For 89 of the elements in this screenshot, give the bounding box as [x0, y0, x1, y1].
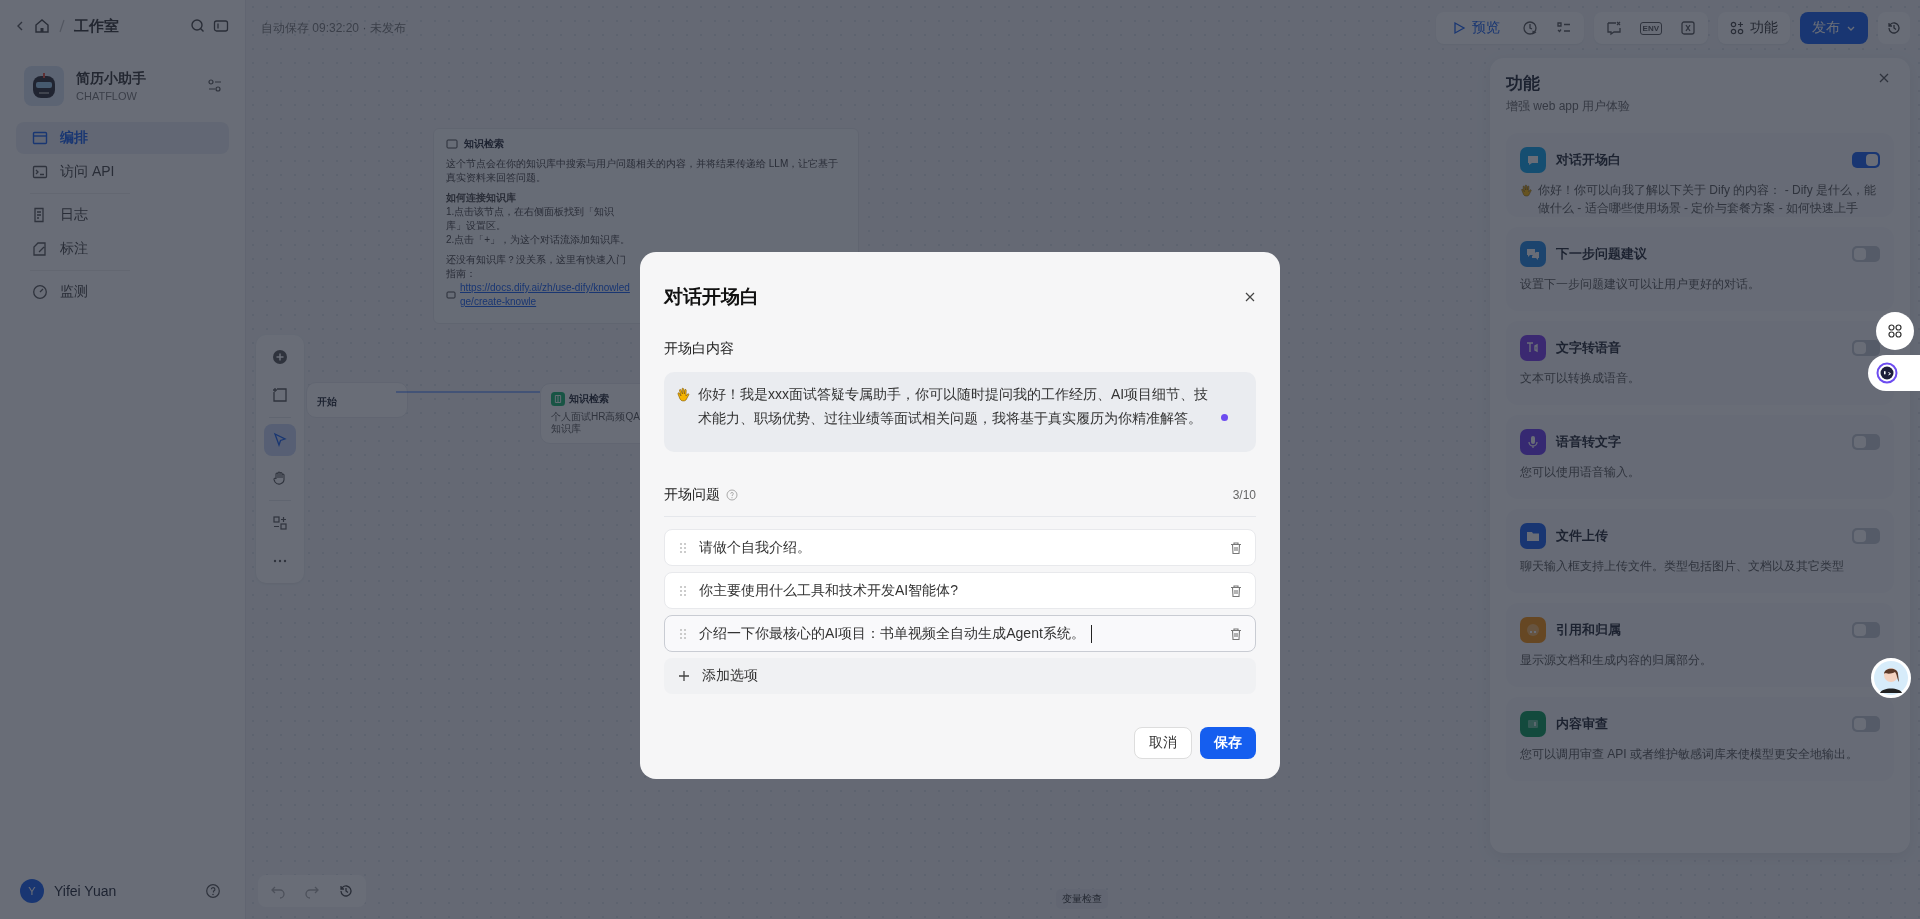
sidebar-toggle-icon[interactable]	[213, 18, 229, 34]
history-icon	[1886, 20, 1902, 36]
feature-icon	[1520, 617, 1546, 643]
feature-title: 引用和归属	[1556, 621, 1622, 639]
add-option-button[interactable]: 添加选项	[664, 658, 1256, 694]
home-icon[interactable]	[34, 18, 50, 34]
features-button[interactable]: 功能	[1718, 12, 1790, 44]
node-title: 开始	[317, 396, 337, 407]
robot-avatar-icon	[24, 66, 64, 106]
terminal-icon	[32, 164, 48, 180]
book-icon	[446, 138, 458, 150]
question-count: 3/10	[1232, 488, 1256, 502]
toggle-switch[interactable]	[1852, 340, 1880, 356]
clock-play-icon[interactable]	[1521, 20, 1538, 36]
user-name: Yifei Yuan	[54, 883, 118, 899]
delete-icon[interactable]	[1229, 583, 1243, 598]
question-field[interactable]: 介绍一下你最核心的AI项目：书单视频全自动生成Agent系统。	[664, 615, 1256, 652]
nav-item[interactable]: 日志	[16, 199, 229, 231]
feature-icon	[1520, 711, 1546, 737]
cursor-dot	[1221, 414, 1228, 421]
user-avatar[interactable]: Y	[20, 879, 44, 903]
feature-icon	[1520, 335, 1546, 361]
feature-title: 语音转文字	[1556, 433, 1622, 451]
panel-title: 功能	[1506, 73, 1541, 95]
feature-title: 文字转语音	[1556, 339, 1622, 357]
drag-handle-icon[interactable]	[679, 541, 687, 554]
opener-text: 你好！我是xxx面试答疑专属助手，你可以随时提问我的工作经历、AI项目细节、技术能力、职场优势、过往业绩等面试相关问题，我将基于真实履历为你精准解答。	[698, 385, 1210, 428]
chat-variable-icon[interactable]	[1605, 20, 1622, 36]
help-icon[interactable]	[205, 883, 221, 899]
waving-hand-icon	[676, 386, 692, 402]
book-icon	[446, 290, 456, 300]
feature-icon	[1520, 523, 1546, 549]
play-icon	[1451, 21, 1466, 35]
add-circle-icon	[272, 349, 288, 365]
feature-title: 文件上传	[1556, 527, 1609, 545]
feature-icon	[1520, 147, 1546, 173]
pointer-icon	[272, 432, 288, 448]
bot-face-icon	[1876, 362, 1898, 384]
feature-icon	[1520, 429, 1546, 455]
opener-textarea[interactable]: 你好！我是xxx面试答疑专属助手，你可以随时提问我的工作经历、AI项目细节、技术能力、职场优势、过往业绩等面试相关问题，我将基于真实履历为你精准解答。	[664, 372, 1256, 452]
apps-icon	[1730, 21, 1744, 35]
section-label: 开场问题	[664, 486, 720, 504]
breadcrumb-title[interactable]: 工作室	[74, 16, 119, 36]
note-add-icon	[272, 387, 288, 403]
note-heading: 如何连接知识库	[446, 191, 517, 205]
drag-handle-icon[interactable]	[679, 584, 687, 597]
person-silhouette-icon	[1874, 661, 1908, 695]
search-icon[interactable]	[189, 18, 205, 34]
book-icon	[551, 392, 565, 406]
plus-icon	[678, 670, 690, 682]
publish-button[interactable]: 发布	[1800, 12, 1868, 44]
variable-icon[interactable]	[1680, 20, 1696, 36]
assistant-float-button[interactable]	[1868, 355, 1920, 391]
note-title: 知识检索	[464, 137, 504, 151]
app-name: 简历小助手	[76, 70, 147, 88]
start-node[interactable]: 开始	[306, 382, 408, 418]
feature-title: 对话开场白	[1556, 151, 1622, 169]
nav-item[interactable]: 编排	[16, 122, 229, 154]
edit-note-icon	[32, 241, 48, 257]
question-field[interactable]: 你主要使用什么工具和技术开发AI智能体?	[664, 572, 1256, 609]
delete-icon[interactable]	[1229, 626, 1243, 641]
feature-icon	[1520, 241, 1546, 267]
hand-icon	[272, 470, 288, 486]
gauge-icon	[32, 284, 48, 300]
toggle-switch[interactable]	[1852, 152, 1880, 168]
nav-item[interactable]: 访问 API	[16, 156, 229, 188]
close-icon[interactable]	[1244, 291, 1256, 303]
save-button[interactable]: 保存	[1200, 727, 1256, 759]
node-title: 知识检索	[569, 392, 609, 406]
question-field[interactable]: 请做个自我介绍。	[664, 529, 1256, 566]
layout-icon	[272, 515, 288, 531]
settings-icon[interactable]	[207, 78, 223, 94]
section-label: 开场白内容	[664, 340, 735, 358]
nav-item[interactable]: 监测	[16, 276, 229, 308]
docs-link[interactable]: https://docs.dify.ai/zh/use-dify/knowledge/create-knowle	[460, 281, 634, 309]
drag-handle-icon[interactable]	[679, 627, 687, 640]
history-icon[interactable]	[338, 883, 354, 899]
history-button[interactable]	[1878, 12, 1910, 44]
feature-title: 内容审查	[1556, 715, 1609, 733]
delete-icon[interactable]	[1229, 540, 1243, 555]
cancel-button[interactable]: 取消	[1134, 727, 1192, 759]
dialog-title: 对话开场白	[664, 285, 759, 309]
pointer-tool[interactable]	[264, 424, 296, 456]
window-icon	[32, 130, 48, 146]
waving-hand-icon	[1520, 183, 1534, 197]
nav-item[interactable]: 标注	[16, 233, 229, 265]
apps-icon	[1887, 323, 1903, 339]
env-button[interactable]: ENV	[1639, 21, 1662, 35]
help-icon[interactable]	[726, 489, 738, 501]
